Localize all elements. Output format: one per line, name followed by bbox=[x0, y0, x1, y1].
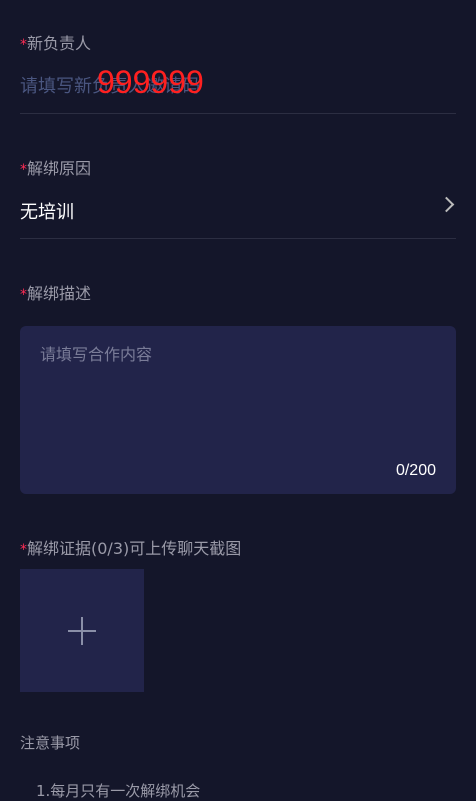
label-text: 解绑证据(0/3)可上传聊天截图 bbox=[27, 539, 242, 558]
new-owner-label: *新负责人 bbox=[20, 30, 91, 54]
note-item: 1.每月只有一次解绑机会 bbox=[36, 782, 201, 800]
reason-value[interactable]: 无培训 bbox=[20, 198, 74, 224]
divider bbox=[20, 238, 456, 239]
upload-image-button[interactable] bbox=[20, 569, 144, 692]
reason-label: *解绑原因 bbox=[20, 155, 91, 179]
required-mark: * bbox=[20, 37, 27, 53]
description-label: *解绑描述 bbox=[20, 280, 91, 304]
label-text: 解绑原因 bbox=[27, 159, 92, 178]
divider bbox=[20, 113, 456, 114]
description-placeholder: 请填写合作内容 bbox=[40, 345, 153, 364]
label-text: 新负责人 bbox=[27, 34, 92, 53]
char-counter: 0/200 bbox=[395, 462, 436, 479]
required-mark: * bbox=[20, 542, 27, 558]
label-text: 解绑描述 bbox=[27, 284, 92, 303]
evidence-label: *解绑证据(0/3)可上传聊天截图 bbox=[20, 535, 241, 559]
required-mark: * bbox=[20, 162, 27, 178]
plus-icon bbox=[68, 616, 96, 645]
chevron-right-icon[interactable] bbox=[438, 196, 455, 213]
description-textarea[interactable]: 请填写合作内容 0/200 bbox=[20, 326, 456, 494]
required-mark: * bbox=[20, 287, 27, 303]
new-owner-value: 999999 bbox=[97, 64, 204, 100]
notes-title: 注意事项 bbox=[20, 734, 81, 752]
